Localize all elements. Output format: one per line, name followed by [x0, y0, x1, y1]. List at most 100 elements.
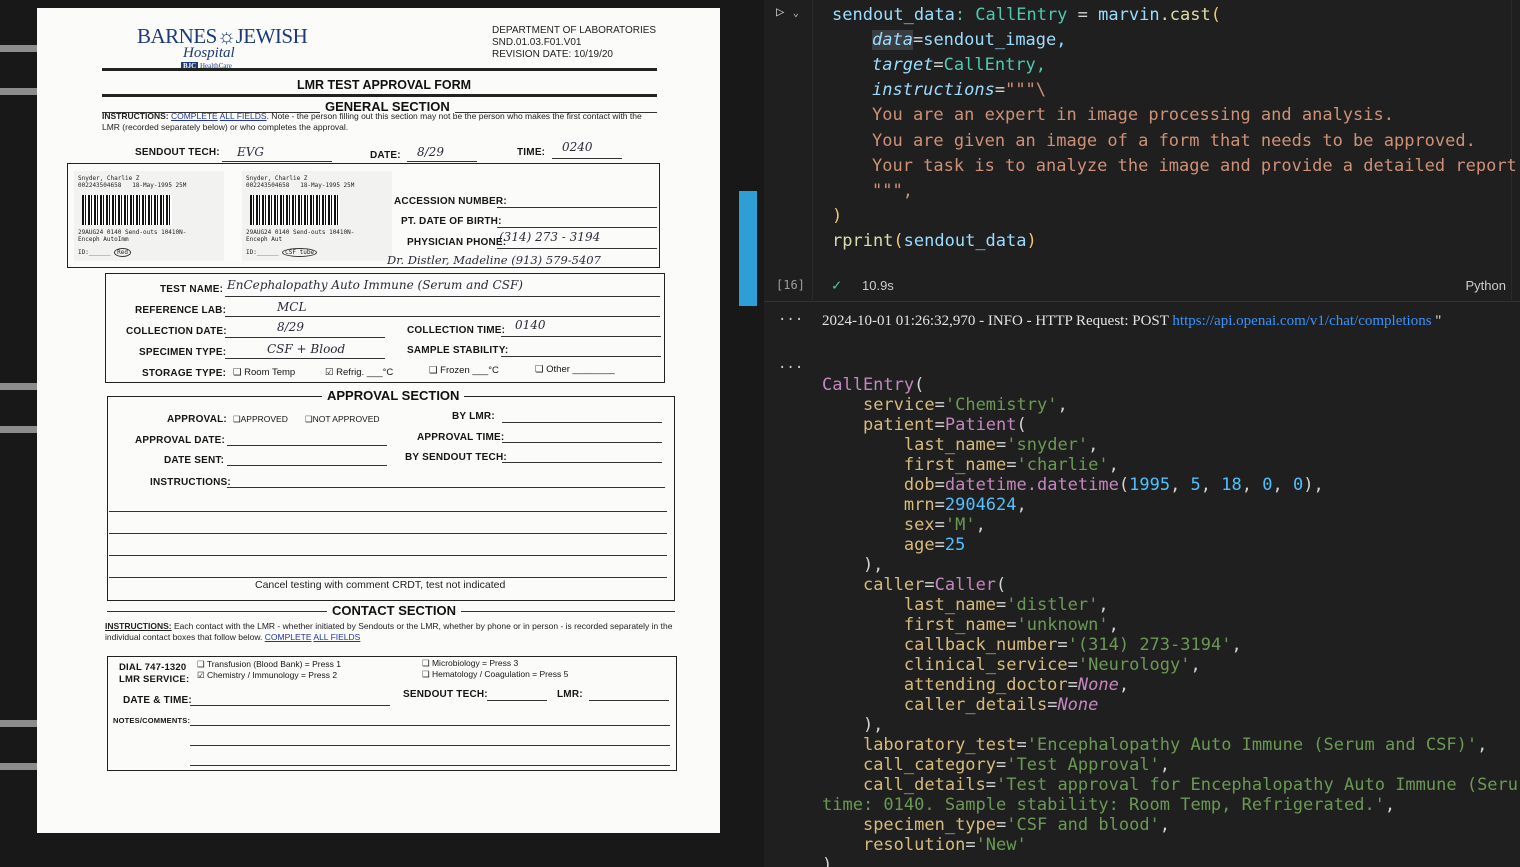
code-line[interactable]: Your task is to analyze the image and pr… — [872, 154, 1517, 179]
general-instructions: INSTRUCTIONS: COMPLETE ALL FIELDS. Note … — [102, 111, 662, 133]
field-line — [225, 358, 385, 359]
field-line — [109, 555, 667, 556]
run-cell-button[interactable]: ▷ ⌄ — [776, 4, 799, 20]
sticker-name: Snyder, Charlie Z — [78, 175, 140, 182]
out-service: 'Chemistry' — [944, 395, 1058, 415]
sticker-line: Enceph AutoImm — [78, 236, 129, 243]
output-more-icon[interactable]: ··· — [778, 360, 803, 376]
rich-output: CallEntry( service='Chemistry', patient=… — [822, 375, 1519, 867]
lmr-service-label: LMR SERVICE: — [119, 674, 190, 685]
sticker-id: 002243504658 — [78, 182, 122, 189]
code-token: data — [872, 30, 913, 50]
out-call-details: 'Test approval for Encephalopathy Auto I… — [996, 775, 1519, 795]
code-token: rprint — [832, 231, 894, 251]
code-line[interactable]: ) — [832, 204, 842, 229]
contact-sendout-tech-label: SENDOUT TECH: — [403, 689, 488, 700]
barcode — [82, 195, 172, 225]
contact-instructions: INSTRUCTIONS: Each contact with the LMR … — [105, 621, 675, 643]
storage-refrig: ☑ Refrig. ___°C — [325, 367, 394, 378]
contact-instructions-text: Each contact with the LMR - whether init… — [105, 621, 673, 642]
form-title: LMR TEST APPROVAL FORM — [297, 78, 472, 92]
lmr-form-page: BARNES☼JEWISH Hospital BJC HealthCare DE… — [37, 8, 757, 833]
field-line — [225, 337, 385, 338]
specimen-type-value: CSF + Blood — [267, 342, 346, 356]
approval-section-title: APPROVAL SECTION — [322, 388, 465, 403]
reference-lab-value: MCL — [277, 300, 307, 314]
all-fields-link: ALL FIELDS — [313, 632, 361, 642]
approval-time-label: APPROVAL TIME: — [417, 432, 505, 443]
code-line[interactable]: """, — [872, 179, 913, 204]
code-line[interactable]: You are an expert in image processing an… — [872, 103, 1394, 128]
by-lmr-label: BY LMR: — [452, 411, 495, 422]
output-more-icon[interactable]: ··· — [778, 312, 803, 328]
field-line — [552, 158, 622, 159]
approval-date-label: APPROVAL DATE: — [135, 435, 226, 446]
out-dob-month: 5 — [1190, 475, 1201, 495]
dial-label: DIAL 747-1320 — [119, 662, 187, 673]
not-approved-checkbox: ❑NOT APPROVED — [305, 414, 380, 424]
sticker-dob: 18-May-1995 25M — [132, 182, 187, 189]
check-icon: ✓ — [832, 276, 842, 294]
out-dob-day: 18 — [1221, 475, 1242, 495]
field-line — [501, 356, 661, 357]
barcode — [250, 195, 340, 225]
out-caller-details: None — [1057, 695, 1099, 715]
field-line — [497, 207, 657, 208]
service-microbiology: ❑ Microbiology = Press 3 — [422, 658, 519, 668]
field-line — [502, 462, 662, 463]
code-line[interactable]: target=CallEntry, — [872, 53, 1046, 78]
sticker-line: Enceph Aut — [246, 236, 283, 243]
out-last-name: 'snyder' — [1006, 435, 1089, 455]
out-sex: 'M' — [944, 515, 976, 535]
dept-line: REVISION DATE: 10/19/20 — [492, 49, 613, 60]
log-text: " — [1431, 313, 1442, 329]
field-line — [225, 296, 660, 297]
field-line — [502, 442, 662, 443]
collection-date-value: 8/29 — [277, 320, 304, 334]
code-token: sendout_data — [832, 5, 955, 25]
field-line — [589, 700, 669, 701]
sticker-id-label: ID:______ — [78, 249, 111, 256]
code-line[interactable]: sendout_data: CallEntry = marvin.cast( — [832, 3, 1221, 28]
sticker-id: 002243504658 — [246, 182, 290, 189]
complete-link: COMPLETE — [264, 632, 312, 642]
out-callback: '(314) 273-3194' — [1067, 635, 1232, 655]
code-line[interactable]: data=sendout_image, — [872, 28, 1067, 53]
out-call-category: 'Test Approval' — [1006, 755, 1160, 775]
out-lab-test: 'Encephalopathy Auto Immune (Serum and C… — [1026, 735, 1478, 755]
patient-dob-label: PT. DATE OF BIRTH: — [401, 216, 502, 227]
sticker-dob: 18-May-1995 25M — [300, 182, 355, 189]
code-line[interactable]: rprint(sendout_data) — [832, 229, 1037, 254]
field-line — [502, 422, 662, 423]
accession-number-label: ACCESSION NUMBER: — [394, 196, 507, 207]
out-caller-last: 'distler' — [1006, 595, 1099, 615]
date-label: DATE: — [370, 150, 401, 161]
out-first-name: 'charlie' — [1016, 455, 1109, 475]
contact-lmr-label: LMR: — [557, 689, 583, 700]
sendout-tech-label: SENDOUT TECH: — [135, 147, 220, 158]
sample-stability-label: SAMPLE STABILITY: — [407, 345, 509, 356]
collection-time-value: 0140 — [515, 318, 546, 332]
storage-type-label: STORAGE TYPE: — [142, 368, 227, 379]
kernel-language[interactable]: Python — [1466, 278, 1506, 293]
storage-frozen: ❑ Frozen ___°C — [429, 365, 499, 376]
chevron-down-icon[interactable]: ⌄ — [793, 8, 799, 19]
physician-name-value: Dr. Distler, Madeline (913) 579-5407 — [387, 253, 601, 267]
date-time-label: DATE & TIME: — [123, 695, 192, 706]
code-token: instructions — [872, 80, 995, 100]
specimen-type-label: SPECIMEN TYPE: — [139, 347, 227, 358]
log-link[interactable]: https://api.openai.com/v1/chat/completio… — [1172, 313, 1431, 329]
field-line — [501, 336, 661, 337]
sticker-line: 29AUG24 0140 Send-outs 10410N- — [246, 229, 355, 236]
code-cell[interactable]: ▷ ⌄ sendout_data: CallEntry = marvin.cas… — [764, 0, 1520, 302]
by-sendout-tech-label: BY SENDOUT TECH: — [405, 452, 507, 463]
instructions-label: INSTRUCTIONS: — [102, 111, 169, 121]
notes-label: NOTES/COMMENTS: — [113, 716, 191, 725]
sticker-line: 29AUG24 0140 Send-outs 10410N- — [78, 229, 187, 236]
out-mrn: 2904624 — [944, 495, 1017, 515]
date-sent-label: DATE SENT: — [164, 455, 225, 466]
code-line[interactable]: instructions="""\ — [872, 78, 1046, 103]
code-line[interactable]: You are given an image of a form that ne… — [872, 129, 1476, 154]
field-line — [227, 487, 665, 488]
specimen-label-sticker: Snyder, Charlie Z 002243504658 18-May-19… — [74, 171, 224, 261]
